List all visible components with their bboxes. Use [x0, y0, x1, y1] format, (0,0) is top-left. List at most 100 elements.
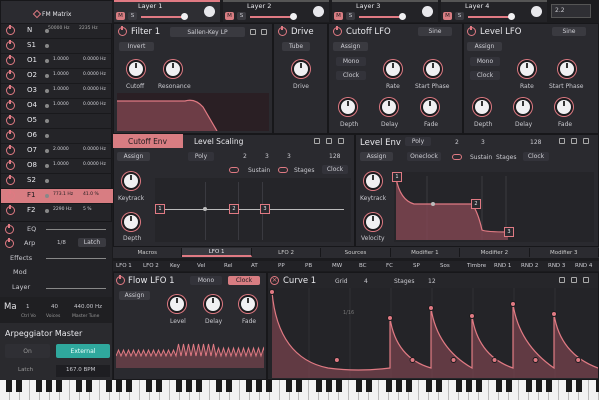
layer-volume-thumb[interactable]	[290, 13, 297, 20]
mod-source-slot[interactable]: Timbre	[467, 263, 486, 269]
curve-close-icon[interactable]: ×	[270, 276, 279, 285]
flow-lfo-level-knob[interactable]	[170, 297, 184, 311]
level-env-point-3[interactable]: 3	[504, 227, 514, 237]
cutoff-lfo-wave-select[interactable]: Sine	[418, 27, 452, 36]
nav-mod[interactable]: Mod	[13, 269, 27, 276]
level-lfo-wave-select[interactable]: Sine	[552, 27, 586, 36]
level-env-n1[interactable]: 2	[455, 140, 459, 146]
fm-row-power-icon[interactable]	[6, 190, 15, 200]
cutoff-env-menu-icon[interactable]	[338, 138, 344, 144]
mod-source-slot[interactable]: MW	[332, 263, 342, 269]
cutoff-env-clock-button[interactable]: Clock	[322, 165, 348, 174]
level-lfo-delay-knob[interactable]	[516, 100, 530, 114]
cutoff-lfo-start-knob[interactable]	[426, 62, 440, 76]
cutoff-env-paste-icon[interactable]	[326, 138, 332, 144]
fm-row-dot[interactable]	[45, 59, 49, 63]
layer-mute-button[interactable]: M	[334, 12, 343, 20]
cutoff-lfo-assign-button[interactable]: Assign	[333, 42, 368, 51]
fm-row[interactable]	[1, 38, 113, 53]
cutoff-lfo-clock-button[interactable]: Clock	[336, 71, 366, 80]
mod-source-slot[interactable]: RND 2	[521, 263, 538, 269]
mod-tab[interactable]: Modifier 1	[390, 248, 461, 257]
mod-source-slot[interactable]: LFO 2	[143, 263, 159, 269]
master-tune-value[interactable]: 440.00 Hz	[74, 304, 102, 311]
curve-point[interactable]	[409, 357, 416, 363]
level-env-paste-icon[interactable]	[571, 138, 577, 144]
fm-row-power-icon[interactable]	[6, 100, 15, 110]
fm-row-power-icon[interactable]	[6, 145, 15, 155]
filter1-copy-icon[interactable]	[250, 29, 256, 35]
white-key[interactable]	[369, 380, 380, 400]
white-key[interactable]	[339, 380, 350, 400]
cutoff-lfo-delay-knob[interactable]	[382, 100, 396, 114]
layer-tab-label[interactable]: Layer 3	[356, 3, 380, 10]
drive-type-select[interactable]: Tube	[282, 42, 310, 51]
curve-point[interactable]	[532, 357, 539, 363]
fm-row[interactable]	[1, 113, 113, 128]
curve-point[interactable]	[428, 305, 434, 311]
level-env-menu-icon[interactable]	[583, 138, 589, 144]
fm-row-ratio[interactable]: 1.0000	[53, 57, 69, 63]
cutoff-lfo-mono-button[interactable]: Mono	[336, 57, 366, 66]
fm-row-dot[interactable]	[45, 44, 49, 48]
level-env-oneclock-button[interactable]: Oneclock	[407, 152, 441, 161]
tab-level-scaling-label[interactable]: Level Scaling	[194, 138, 243, 146]
cutoff-env-point-3[interactable]: 3	[260, 204, 270, 214]
layer-volume-thumb[interactable]	[508, 13, 515, 20]
mod-tab[interactable]: LFO 1	[182, 248, 252, 257]
cutoff-env-point-1[interactable]: 1	[155, 204, 165, 214]
arp-master-bpm[interactable]: 167.0 BPM	[66, 367, 95, 374]
curve-grid-value[interactable]: 4	[364, 279, 368, 285]
layer-pan-knob-icon[interactable]	[531, 6, 542, 17]
curve-point[interactable]	[469, 313, 475, 319]
level-lfo-power-icon[interactable]	[467, 26, 476, 36]
nav-eq[interactable]: EQ	[27, 226, 36, 233]
mod-source-slot[interactable]: Rel	[224, 263, 233, 269]
fm-row-dot[interactable]	[45, 149, 49, 153]
level-lfo-rate-knob[interactable]	[520, 62, 534, 76]
level-env-n3[interactable]: 128	[530, 140, 541, 146]
layer-volume-thumb[interactable]	[181, 13, 188, 20]
white-key[interactable]	[60, 380, 70, 400]
arp-latch-button[interactable]: Latch	[78, 238, 106, 247]
curve-point[interactable]	[510, 301, 516, 307]
level-env-stages[interactable]: Stages	[496, 155, 516, 161]
fm-row-ratio[interactable]: 1.0000	[53, 162, 69, 168]
fm-row-power-icon[interactable]	[6, 40, 15, 50]
fm-row-value[interactable]: 0.0000 Hz	[83, 147, 106, 153]
filter1-power-icon[interactable]	[118, 26, 127, 36]
cutoff-env-depth-knob[interactable]	[124, 215, 138, 229]
layer-solo-button[interactable]: S	[128, 12, 137, 20]
mod-source-slot[interactable]: PB	[305, 263, 312, 269]
filter1-invert-button[interactable]: Invert	[119, 42, 154, 51]
mod-tab[interactable]: Sources	[321, 248, 391, 257]
mod-source-slot[interactable]: RND 1	[494, 263, 511, 269]
level-lfo-clock-button[interactable]: Clock	[470, 71, 500, 80]
level-env-assign-button[interactable]: Assign	[360, 152, 393, 161]
mod-tab[interactable]: LFO 2	[251, 248, 322, 257]
fm-row-value[interactable]: 5 %	[83, 207, 92, 213]
fm-row[interactable]	[1, 128, 113, 143]
cutoff-env-keytrack-knob[interactable]	[124, 174, 138, 188]
fm-row-dot[interactable]	[45, 134, 49, 138]
filter1-paste-icon[interactable]	[261, 29, 267, 35]
cutoff-env-n1[interactable]: 2	[243, 154, 247, 160]
mod-tab[interactable]: Modifier 3	[529, 248, 599, 257]
layer-volume-slider[interactable]	[250, 16, 294, 18]
layer-tab-label[interactable]: Layer 1	[138, 3, 162, 10]
mod-source-slot[interactable]: AT	[251, 263, 258, 269]
filter1-type-select[interactable]: Sallen-Key LP	[170, 27, 245, 37]
fm-row-value[interactable]: 0.0000 Hz	[83, 162, 106, 168]
level-env-clock-button[interactable]: Clock	[523, 152, 549, 161]
white-key[interactable]	[479, 380, 490, 400]
curve-point[interactable]	[491, 357, 498, 363]
fm-row-dot[interactable]	[45, 104, 49, 108]
fm-row-ratio[interactable]: 1.0000	[53, 102, 69, 108]
level-env-velocity-knob[interactable]	[366, 215, 380, 229]
curve-point[interactable]	[575, 357, 582, 363]
curve-point[interactable]	[551, 311, 557, 317]
fm-row[interactable]	[1, 173, 113, 188]
flow-lfo-delay-knob[interactable]	[206, 297, 220, 311]
mod-source-slot[interactable]: LFO 1	[116, 263, 132, 269]
curve-point[interactable]	[450, 357, 457, 363]
